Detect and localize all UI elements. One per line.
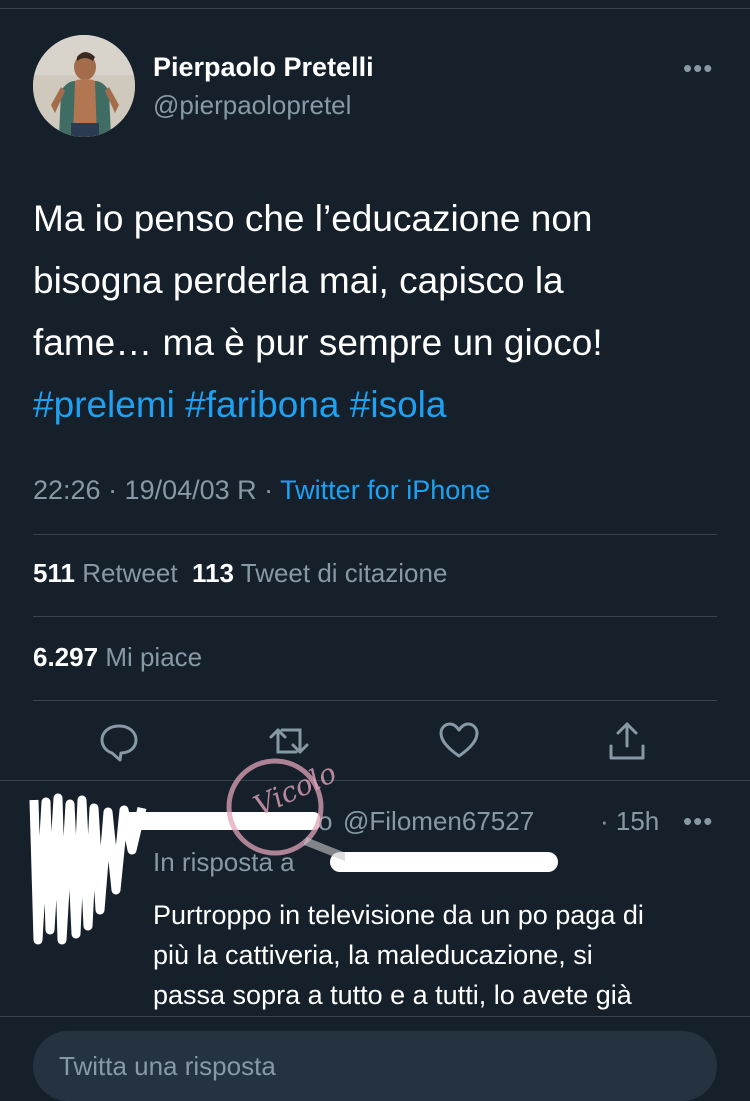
reply-timestamp: · 15h <box>600 806 660 836</box>
reply-icon <box>100 724 138 762</box>
quote-label[interactable]: Tweet di citazione <box>241 558 448 588</box>
reply-author-handle[interactable]: @Filomen67527 <box>343 806 534 837</box>
reply-text-line: passa sopra a tutto e a tutti, lo avete … <box>153 980 632 1010</box>
tweet-timestamp: 22:26 · 19/04/03 R · <box>33 475 274 505</box>
author-handle[interactable]: @pierpaolopretel <box>153 90 351 121</box>
like-label[interactable]: Mi piace <box>105 642 202 672</box>
more-options-button[interactable]: ••• <box>683 53 713 84</box>
redacted-reply-to-handle <box>330 852 558 872</box>
retweet-count[interactable]: 511 <box>33 558 75 588</box>
reply-button[interactable] <box>96 718 146 764</box>
avatar[interactable] <box>33 35 135 137</box>
author-name[interactable]: Pierpaolo Pretelli <box>153 52 374 83</box>
retweet-label[interactable]: Retweet <box>82 558 177 588</box>
tweet-text-line: Ma io penso che l’educazione non <box>33 198 593 239</box>
tweet-text: Ma io penso che l’educazione non bisogna… <box>33 188 713 436</box>
like-icon <box>439 722 479 758</box>
reply-input[interactable]: Twitta una risposta <box>33 1031 717 1101</box>
tweet-text-line: fame… ma è pur sempre un gioco! <box>33 322 603 363</box>
like-button[interactable] <box>436 718 486 764</box>
engagement-stats: 511 Retweet 113 Tweet di citazione <box>33 558 447 589</box>
hashtag-link[interactable]: #prelemi <box>33 384 175 425</box>
share-icon <box>609 722 645 760</box>
tweet-source-link[interactable]: Twitter for iPhone <box>280 475 490 505</box>
likes-stats: 6.297 Mi piace <box>33 642 202 673</box>
hashtag-link[interactable]: #isola <box>350 384 447 425</box>
reply-more-options-button[interactable]: ••• <box>683 806 713 837</box>
divider <box>33 700 717 701</box>
tweet-meta: 22:26 · 19/04/03 R · Twitter for iPhone <box>33 475 490 506</box>
reply-text-line: Purtroppo in televisione da un po paga d… <box>153 900 644 930</box>
top-divider <box>0 8 750 9</box>
quote-count[interactable]: 113 <box>192 558 234 588</box>
divider <box>33 534 717 535</box>
reply-divider <box>0 780 750 781</box>
avatar-image <box>33 35 135 137</box>
hashtag-link[interactable]: #faribona <box>185 384 339 425</box>
watermark-logo: Vicolo <box>226 756 345 862</box>
share-button[interactable] <box>604 718 654 764</box>
like-count[interactable]: 6.297 <box>33 642 98 672</box>
divider <box>33 616 717 617</box>
tweet-text-line: bisogna perderla mai, capisco la <box>33 260 564 301</box>
reply-text-line: più la cattiveria, la maleducazione, si <box>153 940 593 970</box>
hashtags: #prelemi #faribona #isola <box>33 374 713 436</box>
reply-text: Purtroppo in televisione da un po paga d… <box>153 895 733 1015</box>
